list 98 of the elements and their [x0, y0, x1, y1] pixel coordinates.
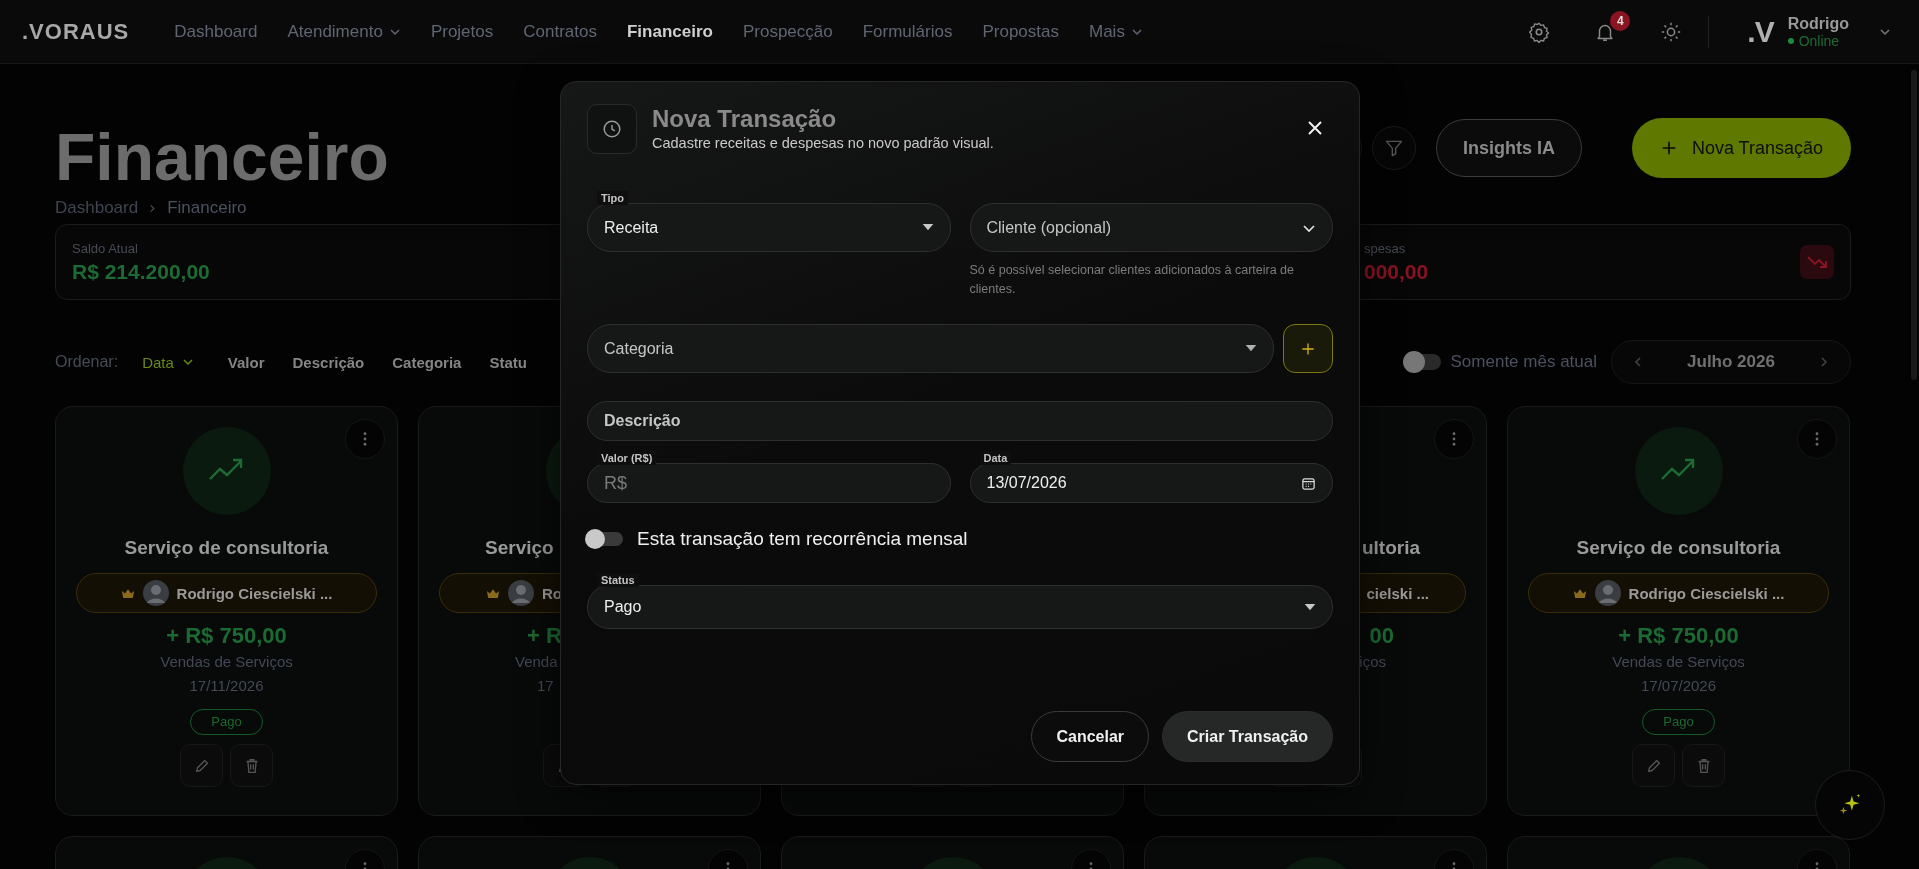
user-status: Online — [1787, 32, 1849, 49]
caret-down-icon — [921, 224, 934, 231]
cancel-button[interactable]: Cancelar — [1031, 711, 1150, 762]
sort-option[interactable]: Valor — [227, 353, 265, 371]
dialog-subtitle: Cadastre receitas e despesas no novo padrão visual. — [652, 135, 994, 151]
category: iços — [1359, 653, 1386, 672]
card-title: Serviço de consultoria — [1576, 537, 1781, 560]
clock-icon — [587, 104, 637, 154]
more-options-button[interactable] — [1434, 419, 1474, 459]
logo[interactable]: .VORAUS — [22, 18, 130, 45]
amount: + R$ 750,00 — [1618, 623, 1739, 650]
settings-icon[interactable] — [1528, 20, 1551, 43]
notification-count: 4 — [1610, 10, 1631, 31]
nav-link[interactable]: Financeiro — [611, 21, 728, 42]
description-input[interactable]: Descrição — [587, 401, 1333, 441]
toggle-switch[interactable] — [1404, 354, 1441, 370]
stat-label: Saldo Atual — [72, 240, 139, 256]
avatar-icon — [508, 580, 534, 606]
chevron-right-icon — [148, 203, 158, 213]
amount: + R$ 750,00 — [166, 623, 287, 650]
avatar-icon — [142, 580, 169, 606]
add-category-button[interactable] — [1283, 324, 1333, 373]
breadcrumb-current: Financeiro — [167, 198, 247, 218]
sort-option[interactable]: Statu — [489, 353, 527, 371]
month-label: Julho 2026 — [1687, 352, 1775, 372]
nav-link[interactable]: Formulários — [847, 21, 968, 42]
chevron-left-icon[interactable] — [1632, 356, 1644, 368]
helper-text: Só é possível selecionar clientes adicionados à carteira de clientes. — [969, 262, 1295, 298]
date: 17/11/2026 — [189, 677, 264, 696]
dialog-title: Nova Transação — [652, 104, 838, 134]
chevron-right-icon[interactable] — [1818, 356, 1830, 368]
chevron-down-icon — [181, 356, 194, 368]
delete-button[interactable] — [230, 744, 273, 787]
crown-icon — [1572, 587, 1587, 599]
crown-icon — [120, 587, 135, 599]
filter-icon — [1383, 138, 1404, 158]
nav-link[interactable]: Prospecção — [727, 21, 848, 42]
vertical-dots-icon — [1815, 432, 1819, 446]
more-options-button[interactable] — [345, 419, 385, 459]
user-logo[interactable]: .V — [1747, 14, 1774, 49]
sort-option[interactable]: Descrição — [292, 353, 365, 371]
sort-label: Ordenar: — [55, 353, 119, 371]
caret-down-icon — [1304, 603, 1316, 611]
trend-down-icon — [1800, 245, 1834, 279]
vertical-dots-icon — [1452, 432, 1456, 446]
card-title: Serviço — [485, 537, 554, 560]
status-select[interactable]: Pago — [587, 585, 1333, 629]
type-select[interactable]: Receita — [587, 203, 951, 252]
sun-icon[interactable] — [1660, 20, 1683, 43]
user-name: Rodrigo — [1787, 14, 1849, 33]
new-transaction-button[interactable]: Nova Transação — [1631, 118, 1851, 178]
date: 17/07/2026 — [1640, 677, 1717, 696]
edit-button[interactable] — [180, 744, 223, 787]
insights-button[interactable]: Insights IA — [1435, 119, 1582, 177]
delete-button[interactable] — [1682, 744, 1725, 787]
create-transaction-button[interactable]: Criar Transação — [1162, 711, 1333, 762]
edit-button[interactable] — [1632, 744, 1675, 787]
amount-input[interactable]: R$ — [587, 463, 951, 503]
amount: 00 — [1369, 623, 1394, 650]
field-label: Data — [979, 451, 1012, 465]
stat-label: spesas — [1364, 240, 1407, 256]
nav-link[interactable]: Mais — [1074, 21, 1158, 42]
toggle-label: Esta transação tem recorrência mensal — [637, 528, 968, 550]
category-select[interactable]: Categoria — [587, 324, 1274, 373]
client-select[interactable]: Cliente (opcional) — [969, 203, 1333, 252]
sort-option[interactable]: Categoria — [392, 353, 462, 371]
nav-link[interactable]: Dashboard — [159, 21, 273, 42]
category: Vendas de Serviços — [1612, 653, 1745, 672]
page-title: Financeiro — [55, 119, 389, 196]
toggle-switch[interactable] — [587, 532, 623, 546]
date-input[interactable]: 13/07/2026 — [969, 463, 1333, 503]
card-title: Serviço de consultoria — [124, 537, 329, 560]
nav-link[interactable]: Contratos — [508, 21, 612, 42]
caret-down-icon — [1245, 345, 1257, 352]
date: 17 — [537, 677, 554, 696]
sort-option[interactable]: Data — [142, 353, 194, 371]
filter-button[interactable] — [1371, 126, 1416, 170]
stat-value: 000,00 — [1364, 259, 1429, 284]
toggle-label: Somente mês atual — [1450, 352, 1597, 372]
nav-link[interactable]: Atendimento — [272, 21, 416, 42]
plus-icon — [1300, 340, 1316, 357]
field-label: Status — [597, 573, 639, 587]
crown-icon — [486, 587, 500, 599]
nav-link[interactable]: Propostas — [967, 21, 1074, 42]
avatar-icon — [1594, 580, 1621, 606]
stat-value: R$ 214.200,00 — [72, 259, 210, 284]
amount: + R — [527, 623, 562, 650]
calendar-icon — [1301, 475, 1316, 491]
nav-link[interactable]: Projetos — [415, 21, 509, 42]
client-name: Rodrigo Ciescielski ... — [1628, 584, 1785, 602]
category: Venda — [515, 653, 558, 672]
client-name: Rodrigo Ciescielski ... — [176, 584, 333, 602]
more-options-button[interactable] — [1797, 419, 1837, 459]
card-title: ultoria — [1361, 537, 1420, 560]
client-name: cielski ... — [1366, 584, 1429, 602]
vertical-dots-icon — [363, 432, 367, 446]
category: Vendas de Serviços — [160, 653, 293, 672]
field-label: Tipo — [597, 191, 628, 205]
